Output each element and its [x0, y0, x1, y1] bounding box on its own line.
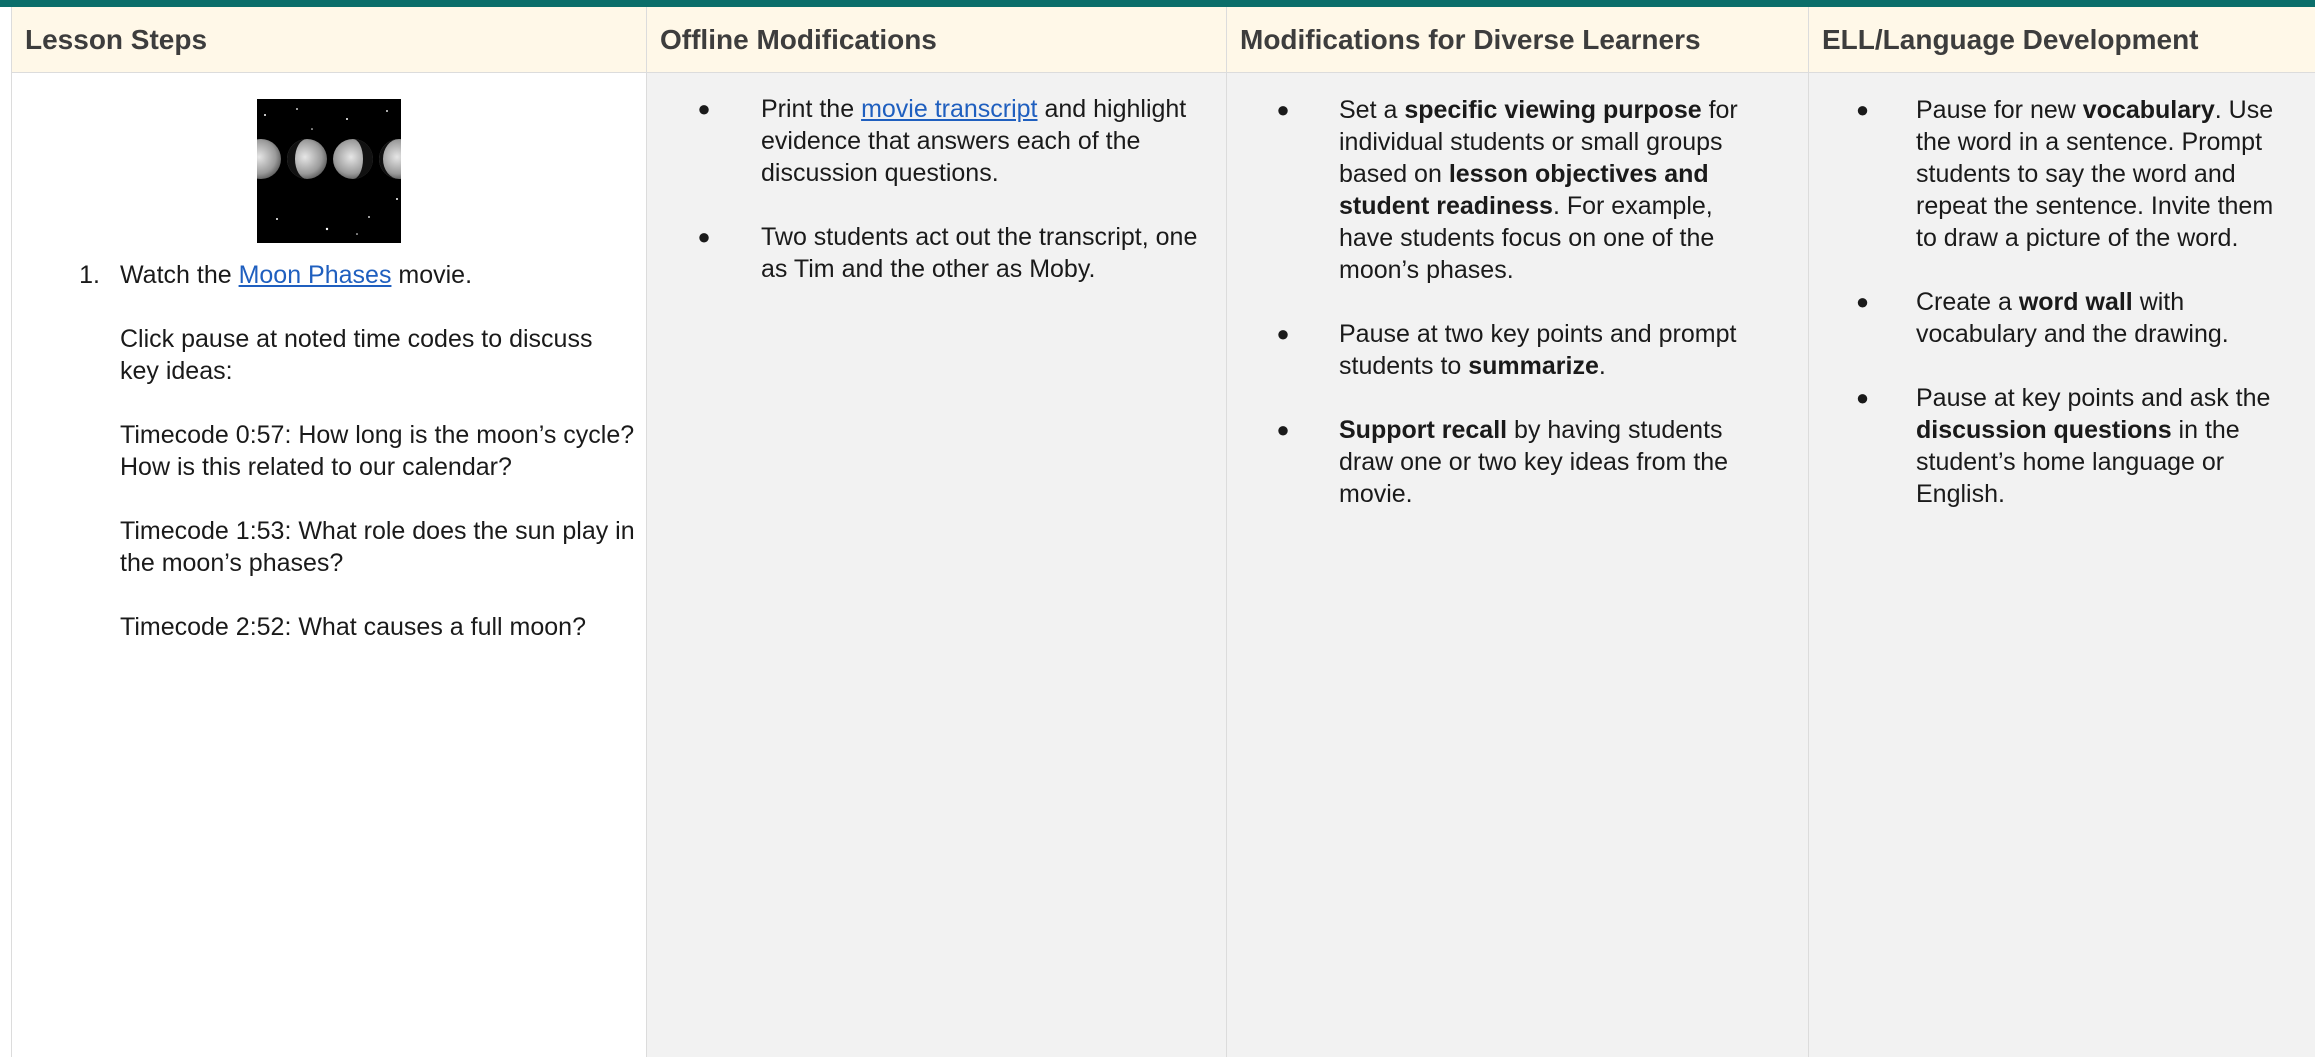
- diverse-learners-cell: ● Set a specific viewing purpose for ind…: [1226, 72, 1809, 1057]
- step-number: 1.: [79, 261, 100, 289]
- ell-language-cell: ● Pause for new vocabulary. Use the word…: [1808, 72, 2315, 1057]
- header-row: Lesson Steps Offline Modifications Modif…: [11, 7, 2315, 73]
- diverse-list: ● Set a specific viewing purpose for ind…: [1227, 73, 1808, 510]
- lesson-steps-list: 1. Watch the Moon Phases movie. Click pa…: [12, 259, 646, 675]
- bullet-icon: ●: [697, 224, 711, 249]
- movie-transcript-link[interactable]: movie transcript: [861, 95, 1037, 123]
- bullet-icon: ●: [1855, 385, 1870, 410]
- watch-movie-text: Watch the Moon Phases movie.: [120, 261, 473, 289]
- top-accent-bar: [0, 0, 2315, 7]
- bullet-icon: ●: [1855, 289, 1870, 314]
- list-item: ● Create a word wall with vocabulary and…: [1809, 286, 2315, 350]
- lesson-table: Lesson Steps Offline Modifications Modif…: [11, 7, 2315, 1057]
- content-row: 1. Watch the Moon Phases movie. Click pa…: [11, 72, 2315, 1057]
- list-item: 1. Watch the Moon Phases movie. Click pa…: [12, 259, 646, 675]
- list-item: ● Set a specific viewing purpose for ind…: [1227, 94, 1808, 286]
- header-offline-modifications: Offline Modifications: [646, 7, 1227, 73]
- moon-phases-thumbnail: [257, 99, 401, 243]
- offline-modifications-cell: ● Print the movie transcript and highlig…: [646, 72, 1227, 1057]
- bullet-icon: ●: [1276, 417, 1290, 442]
- bullet-icon: ●: [1855, 97, 1870, 122]
- bullet-icon: ●: [1276, 97, 1290, 122]
- header-ell-language: ELL/Language Development: [1808, 7, 2315, 73]
- moon-phases-movie-link[interactable]: Moon Phases: [239, 261, 392, 289]
- ell-list: ● Pause for new vocabulary. Use the word…: [1809, 73, 2315, 510]
- timecode-1: Timecode 0:57: How long is the moon’s cy…: [120, 421, 635, 481]
- bullet-icon: ●: [1276, 321, 1290, 346]
- list-item: ● Pause for new vocabulary. Use the word…: [1809, 94, 2315, 254]
- list-item: ● Two students act out the transcript, o…: [647, 221, 1226, 285]
- header-diverse-learners: Modifications for Diverse Learners: [1226, 7, 1809, 73]
- offline-list: ● Print the movie transcript and highlig…: [647, 73, 1226, 285]
- header-lesson-steps: Lesson Steps: [11, 7, 647, 73]
- pause-instruction: Click pause at noted time codes to discu…: [120, 325, 593, 385]
- list-item: ● Pause at key points and ask the discus…: [1809, 382, 2315, 510]
- timecode-3: Timecode 2:52: What causes a full moon?: [120, 613, 586, 641]
- bullet-icon: ●: [697, 96, 711, 121]
- list-item: ● Support recall by having students draw…: [1227, 414, 1808, 510]
- list-item: ● Print the movie transcript and highlig…: [647, 93, 1226, 189]
- timecode-2: Timecode 1:53: What role does the sun pl…: [120, 517, 635, 577]
- lesson-steps-cell: 1. Watch the Moon Phases movie. Click pa…: [11, 72, 647, 1057]
- list-item: ● Pause at two key points and prompt stu…: [1227, 318, 1808, 382]
